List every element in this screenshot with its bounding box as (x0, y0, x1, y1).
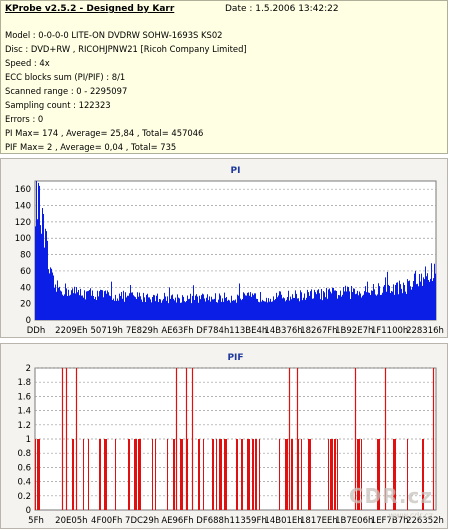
pif-y-tick-label: 1.2 (17, 421, 31, 431)
pif-x-tick-label: 20E05h (55, 516, 87, 526)
pif-y-tick-label: 1.6 (17, 392, 31, 402)
pi-x-tick-label: DDh (27, 326, 45, 336)
pi-y-tick-label: 140 (15, 202, 31, 212)
info-line-ecc: ECC blocks sum (PI/PIF) : 8/1 (5, 72, 126, 82)
pi-x-tick-label: 1F1100h (371, 326, 408, 336)
pif-y-tick-label: 0.6 (17, 463, 31, 473)
pif-y-tick-label: 0 (26, 506, 31, 516)
watermark-logo: CDR.cz (348, 484, 433, 508)
pi-y-tick-label: 20 (20, 300, 31, 310)
pi-x-tick-label: 2209Eh (55, 326, 87, 336)
info-line-errors: Errors : 0 (5, 114, 44, 124)
pi-x-tick-label: 14B376h (264, 326, 302, 336)
info-line-disc: Disc : DVD+RW , RICOHJPNW21 [Ricoh Compa… (5, 44, 247, 54)
pif-y-tick-label: 0.2 (17, 492, 31, 502)
pi-y-tick-label: 40 (20, 283, 31, 293)
pif-y-tick-label: 0.4 (17, 478, 31, 488)
pi-x-tick-label: 18267Fh (300, 326, 337, 336)
pi-x-tick-label: 228316h (406, 326, 444, 336)
pi-x-tick-label: 7E829h (126, 326, 158, 336)
pif-x-tick-label: 4F00Fh (91, 516, 122, 526)
info-line-pif-summary: PIF Max= 2 , Average= 0,04 , Total= 735 (5, 142, 177, 152)
pif-y-tick-label: 1 (26, 435, 31, 445)
pif-y-tick-label: 2 (26, 364, 31, 374)
pif-x-tick-label: 7DC29h (125, 516, 159, 526)
app-title: KProbe v2.5.2 - Designed by Karr (5, 4, 175, 14)
pif-x-tick-label: 1B7E06h (335, 516, 373, 526)
pif-y-tick-label: 1.8 (17, 378, 31, 388)
pif-chart-title: PIF (227, 353, 243, 363)
pif-chart-panel: PIF 0 0.2 0.4 0.6 0.8 1 1.2 1.4 1.6 1.8 2 5Fh 20E05h 4… (0, 343, 448, 529)
pi-x-tick-label: 113BE4h (229, 326, 267, 336)
watermark-url: www.cdr.cz (388, 511, 433, 520)
pif-x-tick-label: DF688h (196, 516, 229, 526)
pi-y-tick-label: 80 (20, 251, 31, 261)
pi-chart-panel: PI 0 20 40 60 80 100 120 140 160 DDh 2209Eh 50719h 7E… (0, 158, 448, 338)
pi-x-tick-label: AE63Fh (161, 326, 193, 336)
pif-x-tick-label: 11359Fh (230, 516, 267, 526)
pi-y-tick-label: 160 (15, 185, 31, 195)
pif-y-tick-label: 1.4 (17, 407, 31, 417)
info-line-pi-summary: PI Max= 174 , Average= 25,84 , Total= 45… (5, 128, 204, 138)
pi-x-tick-label: DF784h (196, 326, 229, 336)
info-box: KProbe v2.5.2 - Designed by Karr Date : … (0, 0, 448, 154)
pif-x-tick-label: 5Fh (28, 516, 44, 526)
pi-chart-title: PI (231, 166, 241, 176)
pi-y-tick-label: 60 (20, 267, 31, 277)
scan-date: Date : 1.5.2006 13:42:22 (225, 4, 339, 14)
pi-y-tick-label: 120 (15, 218, 31, 228)
pif-x-tick-label: 14B01Eh (264, 516, 302, 526)
pif-y-tick-label: 0.8 (17, 449, 31, 459)
pi-x-tick-label: 50719h (91, 326, 123, 336)
pi-y-tick-label: 0 (26, 316, 31, 326)
info-line-sampling: Sampling count : 122323 (5, 100, 111, 110)
info-line-range: Scanned range : 0 - 2295097 (5, 86, 128, 96)
pi-x-tick-label: 1B92E7h (335, 326, 373, 336)
info-line-speed: Speed : 4x (5, 58, 50, 68)
info-line-model: Model : 0-0-0-0 LITE-ON DVDRW SOHW-1693S… (5, 30, 223, 40)
pi-y-tick-label: 100 (15, 234, 31, 244)
pi-chart: PI 0 20 40 60 80 100 120 140 160 DDh 2209Eh 50719h 7E… (15, 166, 444, 336)
pif-x-tick-label: 1817EEh (300, 516, 338, 526)
pif-x-tick-label: AE96Fh (161, 516, 193, 526)
